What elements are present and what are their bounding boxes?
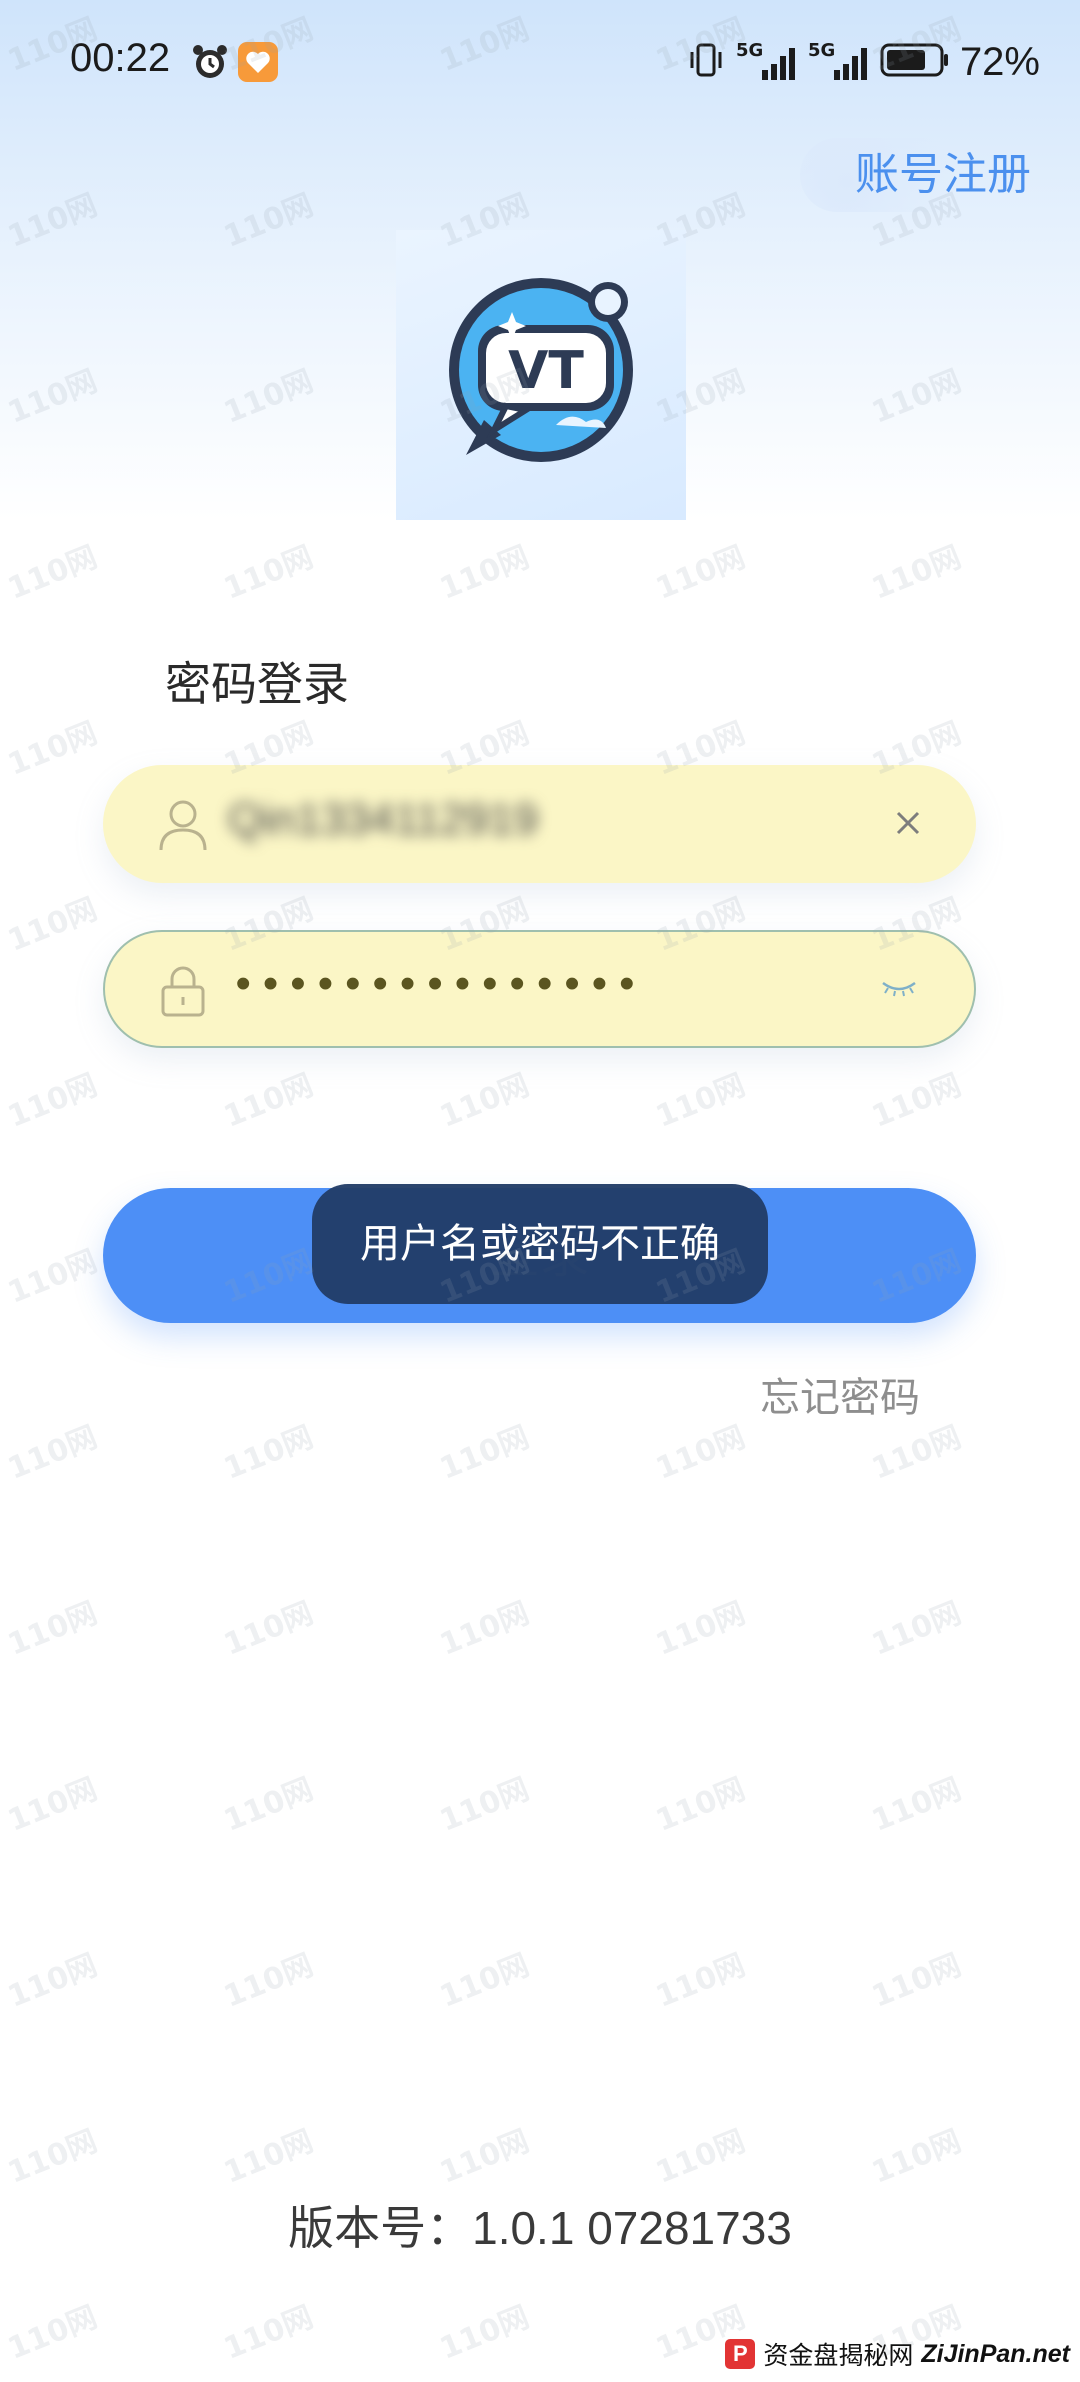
watermark-text: 110网 [867, 1595, 967, 1663]
watermark-text: 110网 [219, 1947, 319, 2015]
watermark-text: 110网 [867, 1771, 967, 1839]
site-watermark-badge: P 资金盘揭秘网 ZiJinPan.net [725, 2336, 1070, 2372]
watermark-text: 110网 [651, 1947, 751, 2015]
signal-5g-icon: 5G [736, 40, 798, 84]
watermark-text: 110网 [651, 2123, 751, 2191]
watermark-text: 110网 [867, 1419, 967, 1487]
site-badge-url: ZiJinPan.net [921, 2339, 1070, 2368]
section-title: 密码登录 [165, 658, 349, 710]
watermark-text: 110网 [3, 1771, 103, 1839]
watermark-text: 110网 [651, 1419, 751, 1487]
status-right-group: 5G 5G 72% [686, 38, 1040, 86]
watermark-text: 110网 [3, 2123, 103, 2191]
watermark-text: 110网 [219, 1419, 319, 1487]
watermark-text: 110网 [3, 2299, 103, 2367]
register-link[interactable]: 账号注册 [800, 138, 1031, 212]
watermark-text: 110网 [651, 1595, 751, 1663]
watermark-text: 110网 [651, 539, 751, 607]
watermark-text: 110网 [435, 1419, 535, 1487]
watermark-text: 110网 [435, 2123, 535, 2191]
watermark-text: 110网 [219, 2299, 319, 2367]
watermark-text: 110网 [651, 1067, 751, 1135]
watermark-text: 110网 [3, 1243, 103, 1311]
watermark-text: 110网 [867, 1067, 967, 1135]
username-value[interactable]: Qin1334112919 [228, 795, 538, 845]
watermark-text: 110网 [219, 2123, 319, 2191]
watermark-text: 110网 [435, 1595, 535, 1663]
watermark-text: 110网 [867, 539, 967, 607]
lock-icon [160, 965, 206, 1021]
logo-text: VT [508, 341, 584, 401]
app-notification-icon [238, 42, 278, 82]
watermark-text: 110网 [3, 891, 103, 959]
username-field[interactable]: Qin1334112919 [103, 765, 976, 883]
watermark-text: 110网 [435, 1067, 535, 1135]
signal-5g-icon-2: 5G [808, 40, 870, 84]
watermark-text: 110网 [3, 1419, 103, 1487]
password-value[interactable]: ••••••••••••••• [230, 962, 641, 1012]
watermark-text: 110网 [651, 1771, 751, 1839]
forgot-password-link[interactable]: 忘记密码 [760, 1365, 920, 1423]
watermark-text: 110网 [219, 539, 319, 607]
password-field[interactable]: ••••••••••••••• [103, 930, 976, 1048]
site-logo-icon: P [725, 2339, 756, 2369]
battery-level: 72% [959, 39, 1040, 84]
site-badge-text: 资金盘揭秘网 [763, 2342, 914, 2370]
battery-icon [880, 42, 950, 82]
watermark-text: 110网 [219, 1067, 319, 1135]
user-icon [158, 798, 208, 856]
watermark-text: 110网 [435, 539, 535, 607]
watermark-text: 110网 [3, 539, 103, 607]
watermark-text: 110网 [435, 1947, 535, 2015]
watermark-text: 110网 [435, 2299, 535, 2367]
error-toast: 用户名或密码不正确 [312, 1184, 768, 1304]
alarm-clock-icon [190, 42, 230, 86]
watermark-text: 110网 [867, 1947, 967, 2015]
watermark-text: 110网 [3, 715, 103, 783]
watermark-text: 110网 [867, 2123, 967, 2191]
watermark-text: 110网 [3, 1595, 103, 1663]
version-label: 版本号：1.0.1 07281733 [288, 2202, 792, 2254]
vibrate-icon [686, 40, 726, 84]
app-logo: VT [396, 230, 686, 520]
clear-icon[interactable] [890, 805, 926, 845]
status-time: 00:22 [70, 36, 171, 80]
watermark-text: 110网 [219, 1595, 319, 1663]
watermark-text: 110网 [3, 1947, 103, 2015]
watermark-text: 110网 [219, 1771, 319, 1839]
watermark-text: 110网 [3, 1067, 103, 1135]
status-bar: 00:22 5G 5G 72% [0, 0, 1080, 125]
watermark-text: 110网 [435, 1771, 535, 1839]
eye-closed-icon[interactable] [879, 977, 919, 1005]
